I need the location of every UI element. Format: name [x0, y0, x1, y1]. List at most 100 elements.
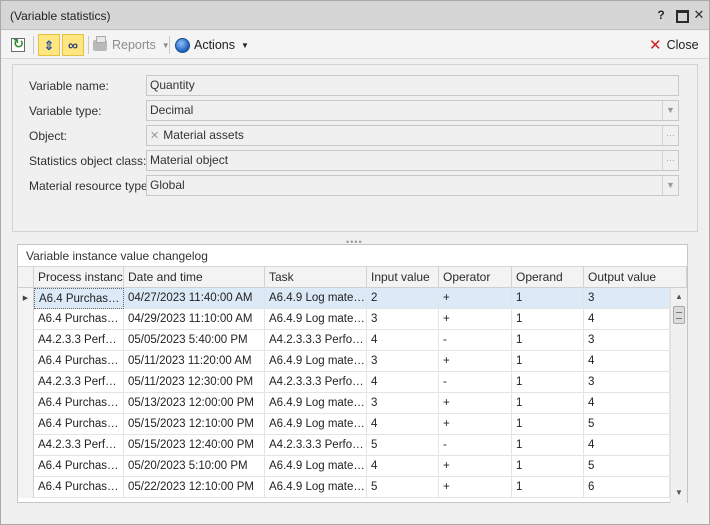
link-button[interactable]: ∞ — [62, 34, 84, 56]
cell-task[interactable]: A4.2.3.3.3 Performance — [265, 435, 367, 456]
ellipsis-button[interactable]: ··· — [662, 126, 678, 145]
cell-operand[interactable]: 1 — [512, 288, 584, 309]
vertical-scrollbar[interactable]: ▲ ▼ — [670, 288, 687, 503]
cell-operand[interactable]: 1 — [512, 309, 584, 330]
cell-operator[interactable]: - — [439, 372, 512, 393]
chevron-down-icon[interactable]: ▼ — [662, 176, 678, 195]
cell-process-instance[interactable]: A4.2.3.3 Performance — [34, 435, 124, 456]
cell-input-value[interactable]: 5 — [367, 435, 439, 456]
cell-process-instance[interactable]: A4.2.3.3 Performance — [34, 372, 124, 393]
table-row[interactable]: A4.2.3.3 Performance05/15/2023 12:40:00 … — [18, 435, 670, 456]
cell-date-and-time[interactable]: 04/29/2023 11:10:00 AM — [124, 309, 265, 330]
cell-input-value[interactable]: 4 — [367, 414, 439, 435]
actions-button[interactable]: Actions ▼ — [175, 34, 249, 56]
chevron-down-icon[interactable]: ▼ — [662, 101, 678, 120]
cell-output-value[interactable]: 5 — [584, 414, 670, 435]
cell-process-instance[interactable]: A6.4 Purchase of material assets — [34, 309, 124, 330]
ellipsis-button[interactable]: ··· — [662, 151, 678, 170]
cell-input-value[interactable]: 3 — [367, 393, 439, 414]
variable-type-select[interactable]: Decimal ▼ — [146, 100, 679, 121]
cell-input-value[interactable]: 3 — [367, 309, 439, 330]
statistics-object-class-field[interactable]: Material object ··· — [146, 150, 679, 171]
cell-operand[interactable]: 1 — [512, 351, 584, 372]
cell-task[interactable]: A6.4.9 Log material assets — [265, 414, 367, 435]
cell-input-value[interactable]: 2 — [367, 288, 439, 309]
row-indicator[interactable] — [18, 330, 34, 351]
scroll-thumb[interactable] — [673, 306, 685, 324]
cell-task[interactable]: A6.4.9 Log material assets — [265, 309, 367, 330]
cell-process-instance[interactable]: A6.4 Purchase of material assets — [34, 414, 124, 435]
reports-button[interactable]: Reports ▼ — [93, 34, 170, 56]
row-indicator[interactable] — [18, 309, 34, 330]
column-header-task[interactable]: Task — [265, 267, 367, 288]
maximize-button[interactable] — [673, 7, 689, 23]
cell-output-value[interactable]: 4 — [584, 393, 670, 414]
help-button[interactable]: ? — [653, 7, 669, 23]
cell-operator[interactable]: - — [439, 330, 512, 351]
close-button[interactable]: ✕ Close — [649, 34, 699, 56]
scroll-up-icon[interactable]: ▲ — [671, 288, 687, 305]
cell-task[interactable]: A6.4.9 Log material assets — [265, 393, 367, 414]
cell-operand[interactable]: 1 — [512, 414, 584, 435]
cell-input-value[interactable]: 4 — [367, 456, 439, 477]
row-indicator[interactable] — [18, 477, 34, 498]
scroll-down-icon[interactable]: ▼ — [671, 484, 687, 501]
cell-operator[interactable]: - — [439, 435, 512, 456]
cell-input-value[interactable]: 4 — [367, 330, 439, 351]
cell-date-and-time[interactable]: 04/27/2023 11:40:00 AM — [124, 288, 265, 309]
cell-operand[interactable]: 1 — [512, 393, 584, 414]
table-row[interactable]: A4.2.3.3 Performance05/05/2023 5:40:00 P… — [18, 330, 670, 351]
cell-date-and-time[interactable]: 05/15/2023 12:40:00 PM — [124, 435, 265, 456]
material-resource-type-select[interactable]: Global ▼ — [146, 175, 679, 196]
column-header-input-value[interactable]: Input value — [367, 267, 439, 288]
cell-date-and-time[interactable]: 05/20/2023 5:10:00 PM — [124, 456, 265, 477]
variable-name-field[interactable]: Quantity — [146, 75, 679, 96]
cell-operator[interactable]: + — [439, 309, 512, 330]
row-indicator[interactable] — [18, 372, 34, 393]
expand-collapse-button[interactable]: ⇕ — [38, 34, 60, 56]
table-row[interactable]: A6.4 Purchase of material assets05/11/20… — [18, 351, 670, 372]
cell-operand[interactable]: 1 — [512, 477, 584, 498]
cell-operand[interactable]: 1 — [512, 372, 584, 393]
refresh-button[interactable] — [11, 34, 29, 56]
cell-process-instance[interactable]: A6.4 Purchase of material assets — [34, 288, 124, 309]
cell-output-value[interactable]: 3 — [584, 372, 670, 393]
cell-process-instance[interactable]: A4.2.3.3 Performance — [34, 330, 124, 351]
column-header-operator[interactable]: Operator — [439, 267, 512, 288]
cell-operator[interactable]: + — [439, 477, 512, 498]
cell-date-and-time[interactable]: 05/05/2023 5:40:00 PM — [124, 330, 265, 351]
row-indicator[interactable]: ▶ — [18, 288, 34, 309]
column-header-process-instance[interactable]: Process instance — [34, 267, 124, 288]
cell-operator[interactable]: + — [439, 288, 512, 309]
table-row[interactable]: A6.4 Purchase of material assets05/15/20… — [18, 414, 670, 435]
cell-input-value[interactable]: 3 — [367, 351, 439, 372]
table-row[interactable]: A6.4 Purchase of material assets05/22/20… — [18, 477, 670, 498]
object-field[interactable]: ✕ Material assets ··· — [146, 125, 679, 146]
window-close-button[interactable]: ✕ — [691, 7, 707, 23]
cell-date-and-time[interactable]: 05/15/2023 12:10:00 PM — [124, 414, 265, 435]
cell-output-value[interactable]: 4 — [584, 309, 670, 330]
cell-operator[interactable]: + — [439, 456, 512, 477]
row-indicator[interactable] — [18, 351, 34, 372]
row-indicator[interactable] — [18, 456, 34, 477]
cell-output-value[interactable]: 5 — [584, 456, 670, 477]
row-indicator[interactable] — [18, 435, 34, 456]
table-row[interactable]: A6.4 Purchase of material assets05/20/20… — [18, 456, 670, 477]
cell-process-instance[interactable]: A6.4 Purchase of material assets — [34, 477, 124, 498]
cell-output-value[interactable]: 6 — [584, 477, 670, 498]
cell-task[interactable]: A4.2.3.3.3 Performance — [265, 330, 367, 351]
cell-output-value[interactable]: 3 — [584, 288, 670, 309]
cell-input-value[interactable]: 4 — [367, 372, 439, 393]
cell-process-instance[interactable]: A6.4 Purchase of material assets — [34, 456, 124, 477]
clear-icon[interactable]: ✕ — [150, 130, 159, 142]
cell-task[interactable]: A6.4.9 Log material assets — [265, 477, 367, 498]
cell-operand[interactable]: 1 — [512, 435, 584, 456]
cell-operator[interactable]: + — [439, 351, 512, 372]
cell-date-and-time[interactable]: 05/13/2023 12:00:00 PM — [124, 393, 265, 414]
column-header-output-value[interactable]: Output value — [584, 267, 687, 288]
row-indicator[interactable] — [18, 414, 34, 435]
column-header-operand[interactable]: Operand — [512, 267, 584, 288]
table-row[interactable]: A4.2.3.3 Performance05/11/2023 12:30:00 … — [18, 372, 670, 393]
cell-operator[interactable]: + — [439, 393, 512, 414]
cell-input-value[interactable]: 5 — [367, 477, 439, 498]
